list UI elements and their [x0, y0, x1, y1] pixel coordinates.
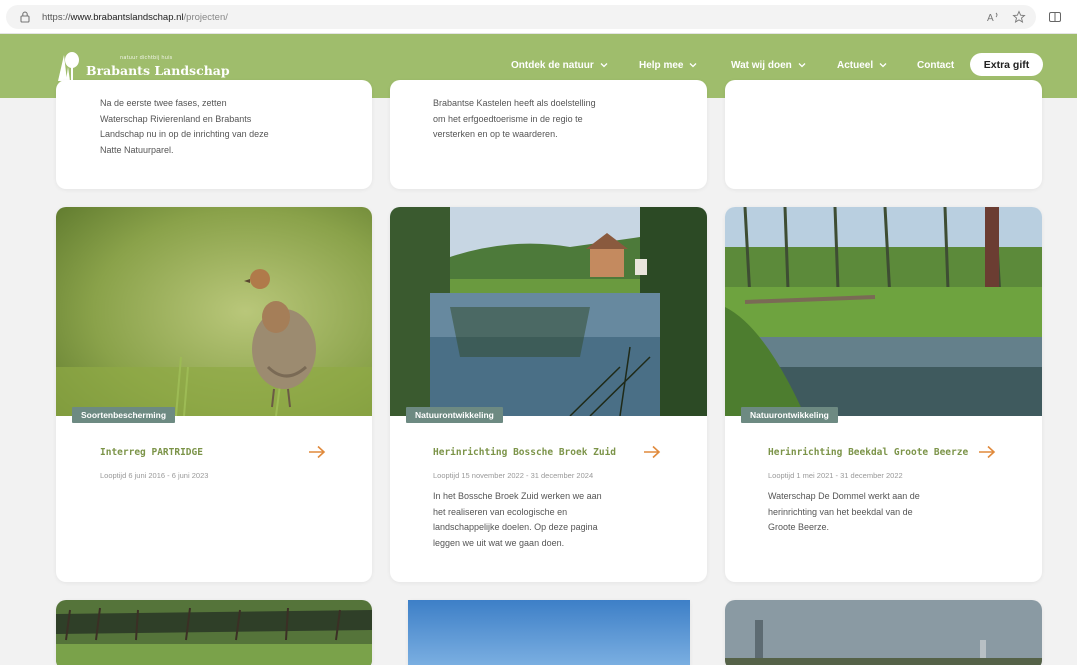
card-title[interactable]: Herinrichting Bossche Broek Zuid — [433, 447, 616, 458]
card-title[interactable]: Herinrichting Beekdal Groote Beerze — [768, 447, 968, 458]
card-description-line: Waterschap Rivierenland en Brabants — [100, 113, 252, 124]
card-description-line: versterken en op te waarderen. — [433, 129, 558, 139]
nav-item-label: Help mee — [639, 59, 684, 71]
nav-item-contact[interactable]: Contact — [917, 56, 954, 74]
nav-item-actueel[interactable]: Actueel — [837, 56, 887, 74]
logo-tree-icon — [58, 52, 79, 81]
card-image-forest — [56, 600, 372, 665]
chevron-down-icon — [879, 63, 887, 68]
card-description-line: Landschap nu in op de inrichting van dez… — [100, 129, 269, 139]
project-card-bottom-1[interactable] — [56, 600, 372, 665]
category-badge: Natuurontwikkeling — [406, 407, 503, 423]
card-image-partridge — [56, 207, 372, 416]
chevron-down-icon — [798, 63, 806, 68]
card-description-line: het realiseren van ecologische en — [433, 506, 568, 517]
card-image-bossche-broek — [390, 207, 707, 416]
project-card-top-1[interactable]: Na de eerste twee fases, zetten Watersch… — [56, 80, 372, 189]
project-card-bossche-broek-zuid[interactable]: Natuurontwikkeling Herinrichting Bossche… — [390, 207, 707, 582]
project-card-top-3[interactable] — [725, 80, 1042, 189]
card-description: In het Bossche Broek Zuid werken we aan … — [433, 489, 602, 551]
address-bar[interactable]: https://www.brabantslandschap.nl/project… — [6, 5, 1036, 29]
chevron-down-icon — [690, 63, 697, 68]
url-text: https://www.brabantslandschap.nl/project… — [42, 12, 228, 23]
url-scheme: https:// — [42, 11, 71, 23]
nav-item-ontdek-de-natuur[interactable]: Ontdek de natuur — [511, 56, 608, 74]
card-image-sky — [408, 600, 690, 665]
card-description-line: Groote Beerze. — [768, 522, 830, 532]
category-badge: Natuurontwikkeling — [741, 407, 838, 423]
card-date: Looptijd 15 november 2022 - 31 december … — [433, 471, 594, 480]
browser-toolbar: https://www.brabantslandschap.nl/project… — [0, 0, 1077, 34]
card-date: Looptijd 6 juni 2016 - 6 juni 2023 — [100, 471, 209, 480]
nav-item-help-mee[interactable]: Help mee — [639, 56, 697, 74]
lock-icon — [20, 11, 30, 23]
url-host: www.brabantslandschap.nl — [70, 11, 184, 23]
favorite-star-icon[interactable] — [1010, 8, 1028, 26]
card-description: Brabantse Kastelen heeft als doelstellin… — [433, 96, 596, 143]
nav-item-label: Wat wij doen — [731, 59, 792, 71]
arrow-right-icon[interactable] — [978, 445, 996, 459]
svg-text:A: A — [987, 13, 994, 24]
chevron-down-icon — [600, 63, 608, 68]
logo-subtitle: natuur dichtbij huis — [120, 54, 173, 61]
nav-item-label: Ontdek de natuur — [511, 59, 594, 71]
card-description-line: herinrichting van het beekdal van de — [768, 506, 913, 517]
project-card-bottom-3[interactable] — [725, 600, 1042, 665]
card-description-line: leggen we uit wat we gaan doen. — [433, 537, 565, 548]
project-card-beekdal-groote-beerze[interactable]: Natuurontwikkeling Herinrichting Beekdal… — [725, 207, 1042, 582]
logo-title: Brabants Landschap — [86, 62, 230, 78]
card-description-line: Waterschap De Dommel werkt aan de — [768, 491, 920, 501]
card-description: Waterschap De Dommel werkt aan de herinr… — [768, 489, 920, 536]
card-description: Na de eerste twee fases, zetten Watersch… — [100, 96, 269, 158]
split-screen-icon[interactable] — [1046, 8, 1064, 26]
project-card-interreg-partridge[interactable]: Soortenbescherming Interreg PARTRIDGE Lo… — [56, 207, 372, 582]
nav-item-label: Contact — [917, 59, 955, 71]
read-aloud-icon[interactable]: A — [984, 8, 1002, 26]
card-title[interactable]: Interreg PARTRIDGE — [100, 447, 203, 458]
card-description-line: landschappelijke doelen. Op deze pagina — [433, 522, 598, 532]
nav-item-wat-wij-doen[interactable]: Wat wij doen — [731, 56, 806, 74]
card-description-line: Brabantse Kastelen heeft als doelstellin… — [433, 98, 596, 108]
card-description-line: om het erfgoedtoerisme in de regio te — [433, 113, 583, 124]
card-image-beekdal — [725, 207, 1042, 416]
extra-gift-button[interactable]: Extra gift — [970, 53, 1043, 76]
arrow-right-icon[interactable] — [308, 445, 326, 459]
arrow-right-icon[interactable] — [643, 445, 661, 459]
url-path: /projecten/ — [183, 11, 228, 23]
card-description-line: Na de eerste twee fases, zetten — [100, 98, 227, 108]
card-image-skyline — [725, 600, 1042, 665]
nav-item-label: Actueel — [837, 59, 874, 71]
card-description-line: In het Bossche Broek Zuid werken we aan — [433, 491, 602, 501]
category-badge: Soortenbescherming — [72, 407, 176, 423]
card-date: Looptijd 1 mei 2021 - 31 december 2022 — [768, 471, 903, 480]
project-card-top-2[interactable]: Brabantse Kastelen heeft als doelstellin… — [390, 80, 707, 189]
project-card-bottom-2[interactable] — [408, 600, 690, 665]
card-description-line: Natte Natuurparel. — [100, 144, 174, 155]
